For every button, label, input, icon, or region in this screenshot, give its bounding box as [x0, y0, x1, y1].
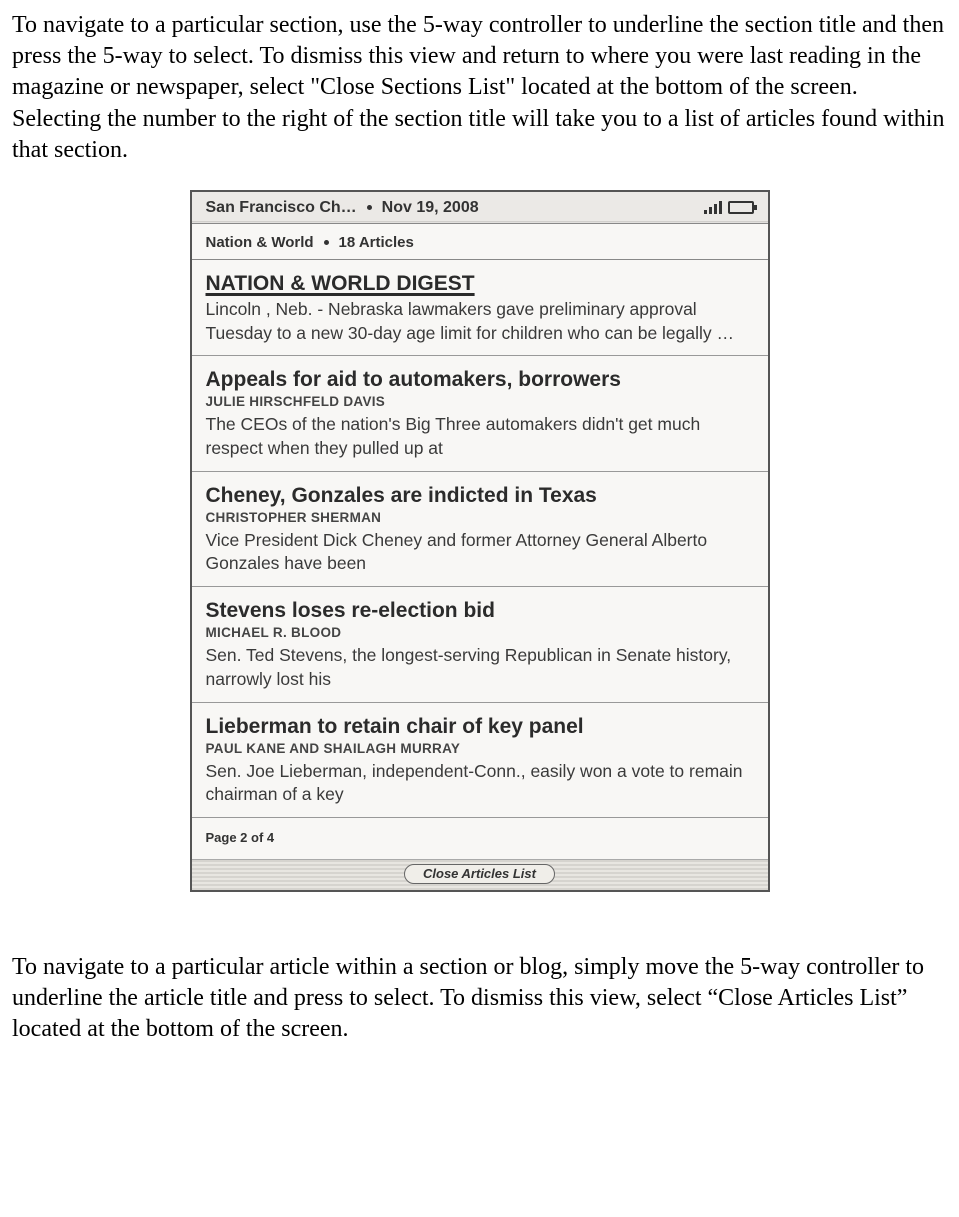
header-date: Nov 19, 2008	[382, 199, 479, 217]
battery-icon	[728, 201, 754, 214]
device-screenshot-wrapper: San Francisco Ch… Nov 19, 2008 Nation & …	[12, 190, 947, 892]
section-name: Nation & World	[206, 234, 314, 251]
header-title-group: San Francisco Ch… Nov 19, 2008	[206, 199, 479, 217]
article-list-item[interactable]: Cheney, Gonzales are indicted in Texas C…	[192, 472, 768, 587]
separator-dot-icon	[324, 240, 329, 245]
article-byline: CHRISTOPHER SHERMAN	[206, 510, 754, 525]
article-excerpt: Sen. Ted Stevens, the longest-serving Re…	[206, 644, 754, 691]
article-excerpt: Sen. Joe Lieberman, independent-Conn., e…	[206, 760, 754, 807]
newspaper-name: San Francisco Ch…	[206, 199, 357, 217]
signal-icon	[704, 201, 722, 214]
device-screen: San Francisco Ch… Nov 19, 2008 Nation & …	[190, 190, 770, 892]
section-bar: Nation & World 18 Articles	[192, 224, 768, 260]
article-title: Appeals for aid to automakers, borrowers	[206, 368, 754, 392]
separator-dot-icon	[367, 205, 372, 210]
section-article-count: 18 Articles	[339, 234, 414, 251]
article-title: Stevens loses re-election bid	[206, 599, 754, 623]
article-byline: MICHAEL R. BLOOD	[206, 625, 754, 640]
article-title: Cheney, Gonzales are indicted in Texas	[206, 484, 754, 508]
article-list-item[interactable]: Appeals for aid to automakers, borrowers…	[192, 356, 768, 471]
status-icons	[704, 201, 754, 214]
article-excerpt: Vice President Dick Cheney and former At…	[206, 529, 754, 576]
article-list-item[interactable]: Lieberman to retain chair of key panel P…	[192, 703, 768, 818]
article-list-item[interactable]: Stevens loses re-election bid MICHAEL R.…	[192, 587, 768, 702]
instruction-paragraph-top: To navigate to a particular section, use…	[12, 10, 947, 166]
article-byline: PAUL KANE AND SHAILAGH MURRAY	[206, 741, 754, 756]
instruction-paragraph-bottom: To navigate to a particular article with…	[12, 952, 947, 1046]
article-excerpt: Lincoln , Neb. - Nebraska lawmakers gave…	[206, 298, 754, 345]
page-indicator: Page 2 of 4	[192, 818, 768, 860]
article-list-item[interactable]: NATION & WORLD DIGEST Lincoln , Neb. - N…	[192, 260, 768, 356]
article-title: Lieberman to retain chair of key panel	[206, 715, 754, 739]
close-articles-list-button[interactable]: Close Articles List	[404, 864, 555, 884]
article-byline: JULIE HIRSCHFELD DAVIS	[206, 394, 754, 409]
device-top-bar: San Francisco Ch… Nov 19, 2008	[192, 192, 768, 224]
article-excerpt: The CEOs of the nation's Big Three autom…	[206, 413, 754, 460]
close-bar: Close Articles List	[192, 860, 768, 890]
article-title: NATION & WORLD DIGEST	[206, 272, 754, 296]
